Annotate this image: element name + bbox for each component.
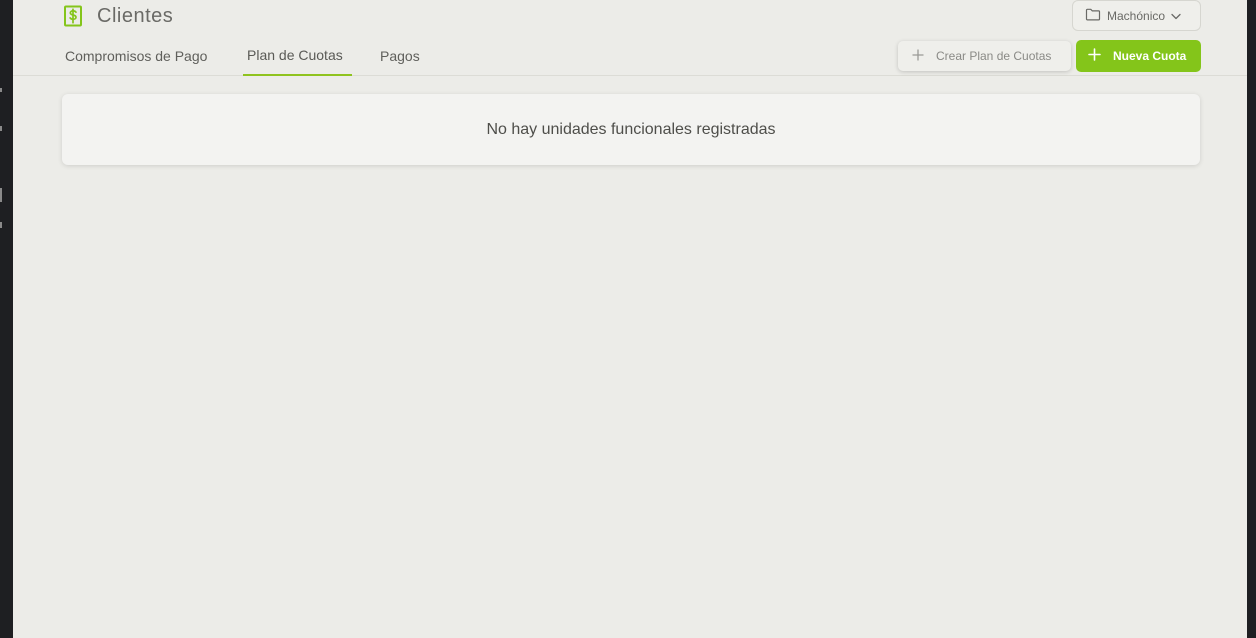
plus-icon bbox=[912, 48, 924, 64]
page-header: Clientes Machónico Compromisos de Pago P… bbox=[13, 0, 1247, 76]
empty-state-message: No hay unidades funcionales registradas bbox=[486, 120, 776, 138]
rail-marker bbox=[0, 126, 2, 131]
project-select[interactable]: Machónico bbox=[1072, 0, 1201, 31]
right-window-edge bbox=[1247, 0, 1256, 638]
tab-compromisos-de-pago[interactable]: Compromisos de Pago bbox=[65, 40, 243, 76]
new-quota-label: Nueva Cuota bbox=[1113, 49, 1187, 63]
tab-bar: Compromisos de Pago Plan de Cuotas Pagos bbox=[65, 40, 440, 76]
tab-label: Pagos bbox=[380, 48, 420, 64]
rail-marker bbox=[0, 88, 2, 92]
tab-label: Compromisos de Pago bbox=[65, 48, 208, 64]
left-window-edge bbox=[0, 0, 13, 638]
project-select-value: Machónico bbox=[1107, 8, 1166, 23]
tab-plan-de-cuotas[interactable]: Plan de Cuotas bbox=[243, 40, 380, 76]
tab-label: Plan de Cuotas bbox=[247, 47, 343, 63]
page-title: Clientes bbox=[97, 5, 174, 27]
chevron-down-icon bbox=[1171, 9, 1181, 23]
dollar-receipt-icon bbox=[63, 5, 83, 27]
new-quota-button[interactable]: Nueva Cuota bbox=[1076, 40, 1201, 72]
tab-pagos[interactable]: Pagos bbox=[380, 40, 440, 76]
create-plan-label: Crear Plan de Cuotas bbox=[936, 49, 1052, 63]
plus-icon bbox=[1088, 48, 1101, 64]
rail-marker bbox=[0, 222, 2, 228]
rail-marker bbox=[0, 188, 2, 202]
empty-state-card: No hay unidades funcionales registradas bbox=[62, 94, 1200, 165]
folder-icon bbox=[1085, 8, 1101, 24]
app-window: Clientes Machónico Compromisos de Pago P… bbox=[13, 0, 1247, 638]
create-plan-button[interactable]: Crear Plan de Cuotas bbox=[898, 41, 1071, 71]
